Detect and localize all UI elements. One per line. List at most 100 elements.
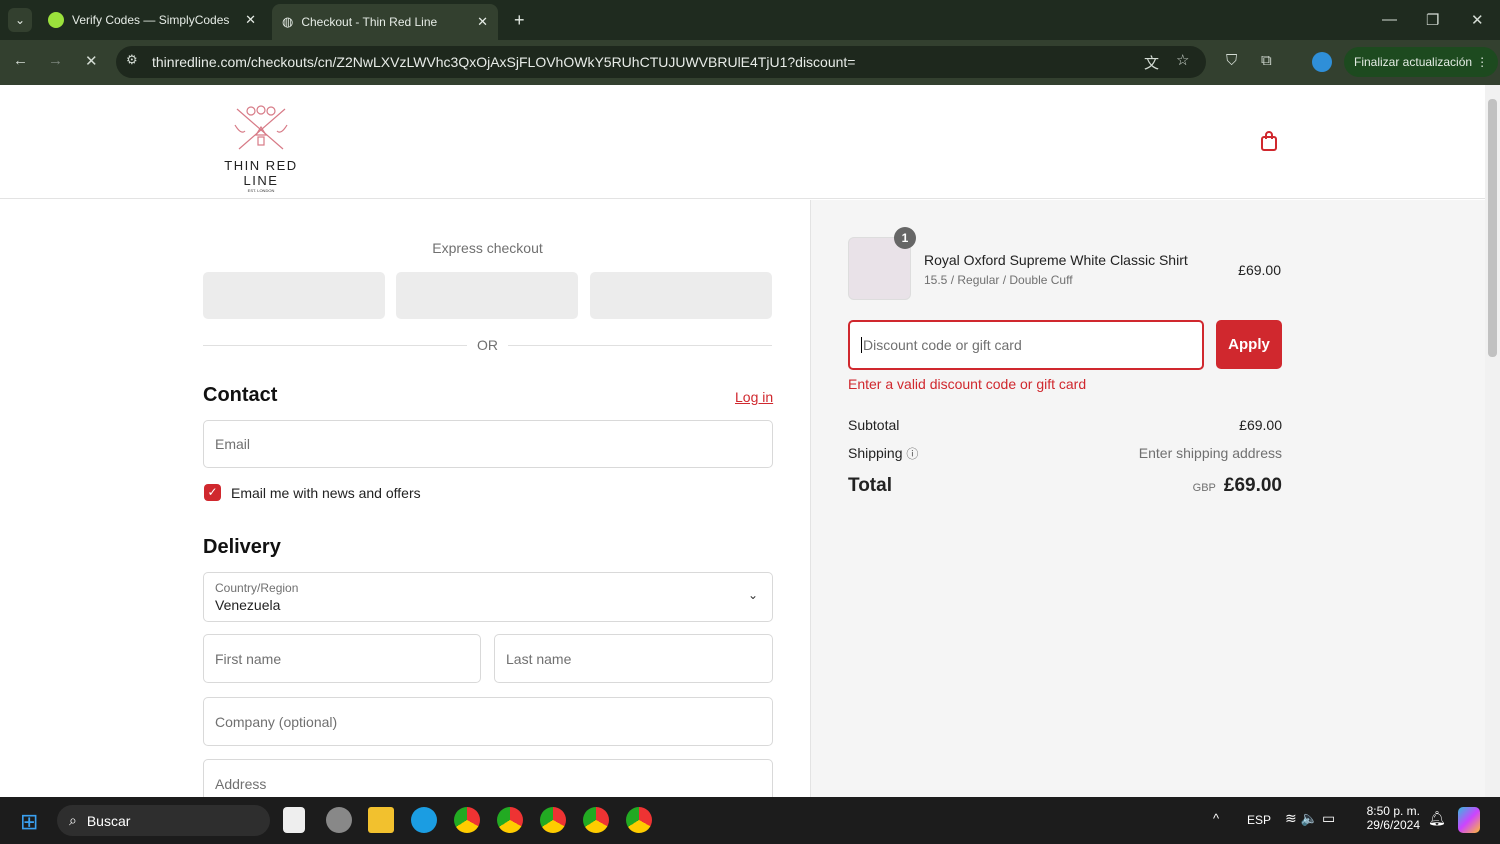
chrome-icon[interactable] <box>583 807 609 833</box>
chevron-up-icon[interactable]: ^ <box>1213 811 1219 826</box>
site-settings-icon[interactable]: ⚙ <box>126 52 138 68</box>
tab-search-button[interactable]: ⌄ <box>8 8 32 32</box>
search-label: Buscar <box>86 812 131 829</box>
bookmark-star-icon[interactable]: ☆ <box>1176 51 1189 69</box>
close-tab-icon[interactable]: ✕ <box>245 12 256 28</box>
help-circle-icon[interactable]: ⓘ <box>906 447 918 461</box>
windows-start-icon[interactable]: ⊞ <box>20 809 38 835</box>
browser-toolbar: ← → ✕ ⚙ thinredline.com/checkouts/cn/Z2N… <box>0 40 1500 85</box>
subtotal-label: Subtotal <box>848 417 900 433</box>
total-value: £69.00 <box>1223 475 1282 496</box>
page-scrollbar[interactable] <box>1485 85 1500 797</box>
company-placeholder: Company (optional) <box>215 713 338 730</box>
login-link[interactable]: Log in <box>735 389 773 405</box>
url-text: thinredline.com/checkouts/cn/Z2NwLXVzLWV… <box>152 54 856 70</box>
back-icon[interactable]: ← <box>13 52 28 69</box>
brand-name: THIN RED LINE <box>224 158 298 188</box>
tab-title: Checkout - Thin Red Line <box>301 15 438 29</box>
address-placeholder: Address <box>215 775 267 792</box>
newsletter-checkbox[interactable]: ✓ <box>204 484 221 501</box>
taskbar-search[interactable]: ⌕ Buscar <box>57 805 270 836</box>
time: 8:50 p. m. <box>1366 804 1420 818</box>
minimize-icon[interactable]: — <box>1382 11 1397 28</box>
clock[interactable]: 8:50 p. m. 29/6/2024 <box>1362 804 1420 832</box>
new-tab-button[interactable]: + <box>504 6 535 34</box>
product-name: Royal Oxford Supreme White Classic Shirt <box>924 252 1188 268</box>
stop-loading-icon[interactable]: ✕ <box>85 52 98 70</box>
site-header: THIN RED LINE EST. LONDON <box>0 85 1485 199</box>
search-icon: ⌕ <box>69 812 77 828</box>
email-field[interactable]: Email <box>203 420 773 468</box>
app-icon[interactable] <box>326 807 352 833</box>
contact-heading: Contact <box>203 384 278 406</box>
copilot-icon[interactable] <box>1458 807 1480 833</box>
language-indicator[interactable]: ESP <box>1247 813 1271 827</box>
edge-icon[interactable] <box>411 807 437 833</box>
simplycodes-favicon-icon <box>48 12 64 28</box>
store-icon[interactable] <box>283 807 305 833</box>
extensions-icon[interactable]: ⧉ <box>1261 52 1272 69</box>
globe-favicon-icon: ◍ <box>282 14 294 29</box>
currency-code: GBP <box>1192 482 1216 494</box>
express-checkout-label: Express checkout <box>432 240 543 256</box>
delivery-heading: Delivery <box>203 536 281 558</box>
express-pay-button-2[interactable] <box>396 272 578 319</box>
chevron-down-icon: ⌄ <box>747 588 758 602</box>
notification-bell-icon[interactable]: 🔔︎ <box>1428 810 1446 827</box>
address-field[interactable]: Address <box>203 759 773 797</box>
newsletter-label: Email me with news and offers <box>231 485 421 501</box>
checkout-page: THIN RED LINE EST. LONDON Express checko… <box>0 85 1485 797</box>
shield-extension-icon[interactable]: ⛉ <box>1226 52 1237 69</box>
finish-update-button[interactable]: Finalizar actualización ⋮ <box>1344 47 1499 77</box>
product-variant: 15.5 / Regular / Double Cuff <box>924 273 1073 287</box>
express-pay-button-1[interactable] <box>203 272 385 319</box>
discount-placeholder: Discount code or gift card <box>861 337 1022 353</box>
or-label: OR <box>467 337 508 353</box>
chrome-icon[interactable] <box>626 807 652 833</box>
last-name-placeholder: Last name <box>506 650 572 667</box>
windows-taskbar: ⊞ ⌕ Buscar ^ ESP ≋ 🔈 ▭ 8:50 p. m. 29/6/202… <box>0 797 1500 844</box>
apply-button[interactable]: Apply <box>1216 320 1282 369</box>
shopping-bag-icon[interactable] <box>1260 131 1278 151</box>
country-select[interactable]: Country/Region Venezuela ⌄ <box>203 572 773 622</box>
date: 29/6/2024 <box>1366 818 1420 832</box>
brand-tagline: EST. LONDON <box>247 188 275 193</box>
file-explorer-icon[interactable] <box>368 807 394 833</box>
scrollbar-thumb[interactable] <box>1488 99 1497 357</box>
product-price: £69.00 <box>1238 262 1281 278</box>
crossed-swords-emblem-icon <box>234 105 288 150</box>
tab-checkout[interactable]: ◍ Checkout - Thin Red Line ✕ <box>272 4 498 40</box>
order-summary: 1 Royal Oxford Supreme White Classic Shi… <box>810 200 1485 797</box>
discount-code-input[interactable]: Discount code or gift card <box>848 320 1204 370</box>
checkout-form: Express checkout OR Contact Log in Email… <box>0 200 810 797</box>
tab-title: Verify Codes — SimplyCodes <box>72 13 230 27</box>
express-pay-button-3[interactable] <box>590 272 772 319</box>
restore-icon[interactable]: ❐ <box>1426 11 1439 29</box>
thin-red-line-logo[interactable]: THIN RED LINE EST. LONDON <box>205 105 317 193</box>
wifi-volume-battery-icon[interactable]: ≋ 🔈 ▭ <box>1285 810 1335 827</box>
company-field[interactable]: Company (optional) <box>203 697 773 746</box>
subtotal-value: £69.00 <box>1239 417 1282 433</box>
first-name-field[interactable]: First name <box>203 634 481 683</box>
quantity-badge: 1 <box>894 227 916 249</box>
last-name-field[interactable]: Last name <box>494 634 773 683</box>
country-label: Country/Region <box>215 581 299 595</box>
chrome-icon[interactable] <box>540 807 566 833</box>
forward-icon[interactable]: → <box>48 52 63 69</box>
translate-icon[interactable]: 文 <box>1144 52 1159 73</box>
update-label: Finalizar actualización <box>1354 55 1473 69</box>
country-value: Venezuela <box>215 597 281 613</box>
menu-dots-icon[interactable]: ⋮ <box>1476 55 1488 69</box>
email-placeholder: Email <box>215 436 251 452</box>
close-tab-icon[interactable]: ✕ <box>477 14 488 30</box>
tab-bar: ⌄ Verify Codes — SimplyCodes ✕ ◍ Checkou… <box>0 0 1500 40</box>
chrome-icon[interactable] <box>454 807 480 833</box>
total-label: Total <box>848 475 892 496</box>
profile-avatar[interactable] <box>1312 52 1332 72</box>
shipping-label: Shipping <box>848 445 903 461</box>
discount-error-message: Enter a valid discount code or gift card <box>848 376 1087 392</box>
tab-simplycodes[interactable]: Verify Codes — SimplyCodes ✕ <box>38 6 266 34</box>
close-window-icon[interactable]: ✕ <box>1471 11 1484 29</box>
chrome-icon[interactable] <box>497 807 523 833</box>
address-bar[interactable]: ⚙ thinredline.com/checkouts/cn/Z2NwLXVzL… <box>116 46 1206 78</box>
